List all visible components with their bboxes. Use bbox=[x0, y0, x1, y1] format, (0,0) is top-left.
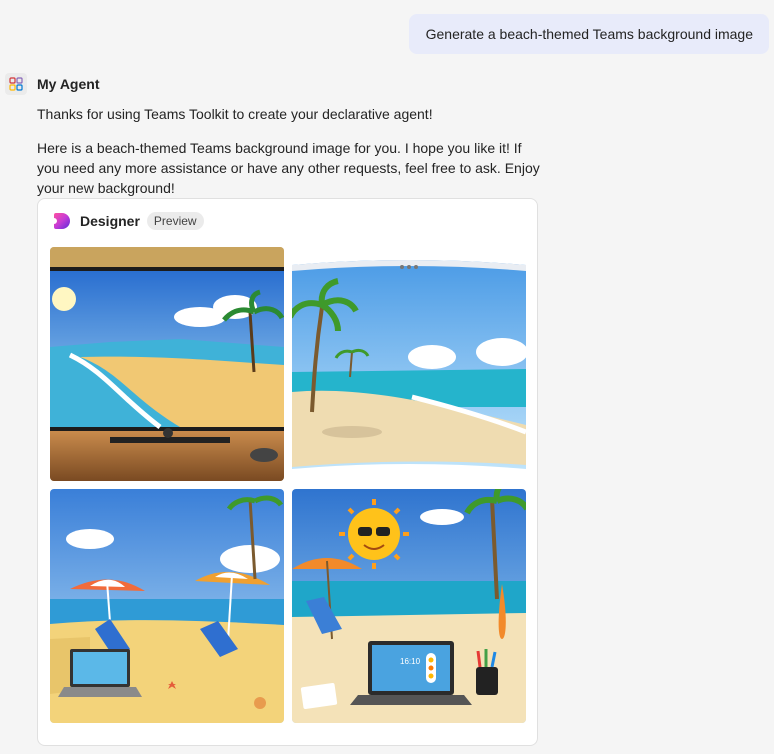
user-message-text: Generate a beach-themed Teams background… bbox=[425, 26, 753, 42]
beach-umbrellas-laptop-image[interactable] bbox=[50, 489, 284, 723]
laptop-clock-text: 16:10 bbox=[400, 657, 421, 666]
agent-name: My Agent bbox=[37, 76, 100, 92]
card-header: Designer Preview bbox=[52, 211, 204, 231]
beach-sun-laptop-image[interactable]: 16:10 bbox=[292, 489, 526, 723]
designer-logo-icon bbox=[54, 213, 70, 229]
card-title: Designer bbox=[80, 213, 140, 229]
response-line-2: Here is a beach-themed Teams background … bbox=[37, 140, 540, 196]
app-grid-icon bbox=[5, 73, 27, 95]
beach-curved-screen-image[interactable] bbox=[292, 247, 526, 481]
beach-monitor-image[interactable] bbox=[50, 247, 284, 481]
response-line-1: Thanks for using Teams Toolkit to create… bbox=[37, 106, 433, 122]
preview-badge: Preview bbox=[146, 212, 204, 230]
user-message-bubble: Generate a beach-themed Teams background… bbox=[408, 14, 769, 54]
designer-card: Designer Preview 16:10 bbox=[37, 198, 538, 746]
